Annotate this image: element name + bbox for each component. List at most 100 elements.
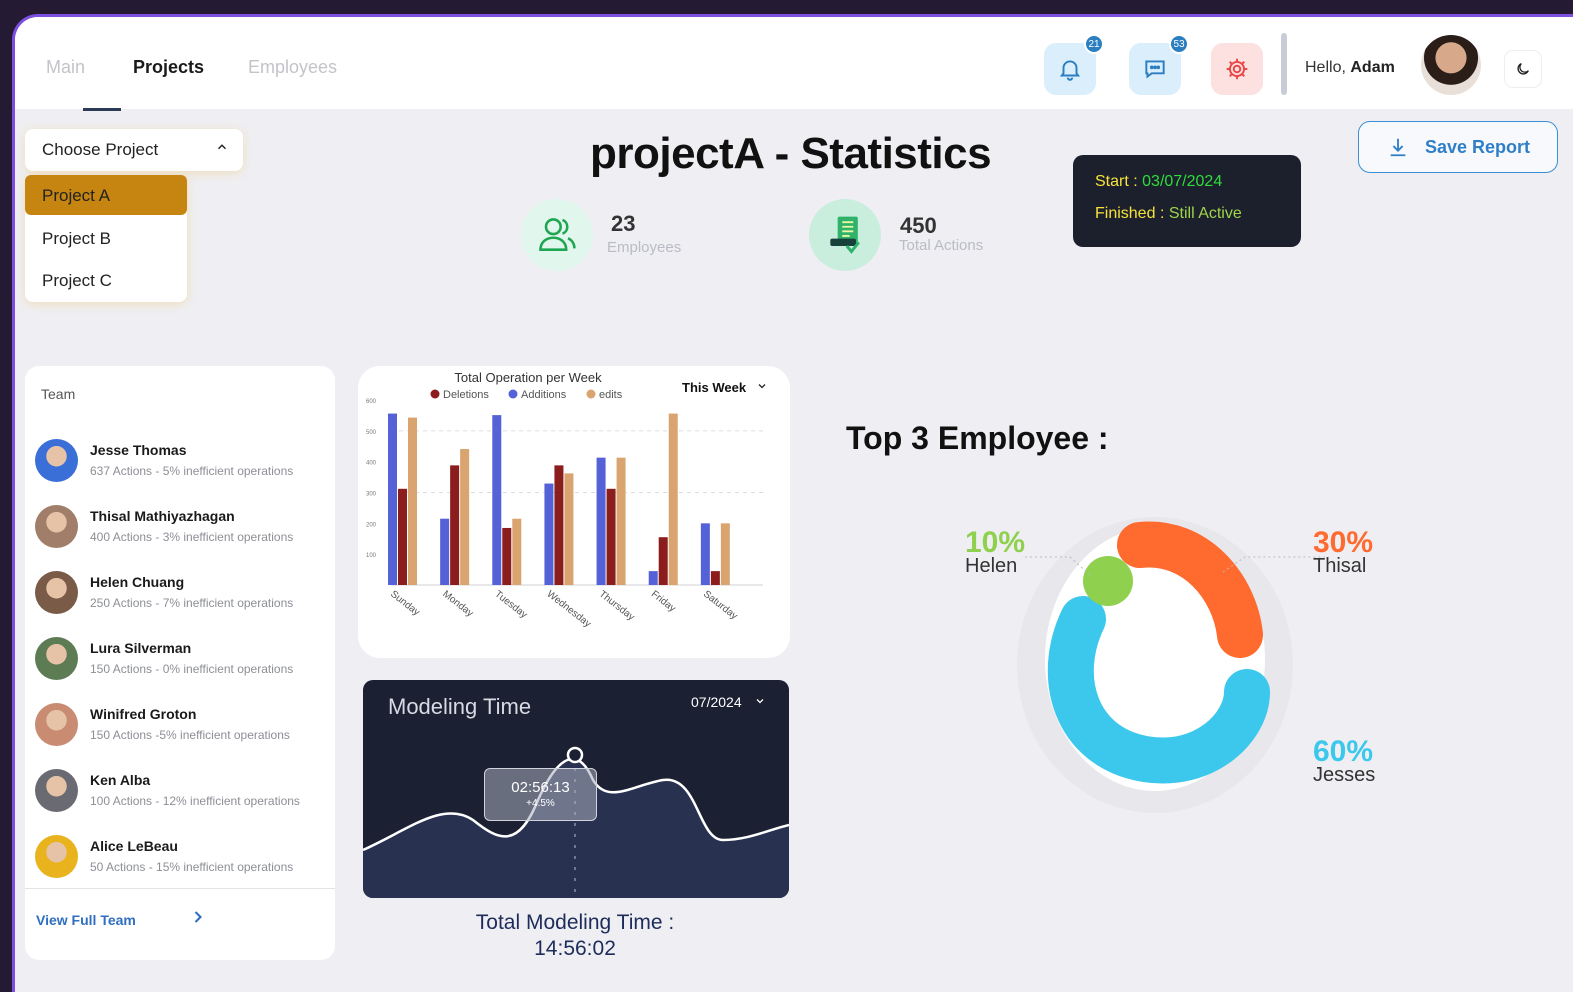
member-name: Winifred Groton <box>90 706 197 722</box>
x-tick-label: Wednesday <box>545 589 593 630</box>
week-filter-label: This Week <box>682 380 747 395</box>
member-info: 250 Actions - 7% inefficient operations <box>90 596 294 610</box>
bar <box>502 527 512 585</box>
bar <box>512 518 522 585</box>
notifications-count-badge: 21 <box>1084 34 1104 54</box>
project-dates-card: Start : 03/07/2024 Finished : Still Acti… <box>1073 155 1301 247</box>
page-title: projectA - Statistics <box>590 129 992 178</box>
bar <box>658 537 668 585</box>
x-tick-label: Saturday <box>701 589 739 622</box>
legend-swatch <box>508 389 518 399</box>
project-dropdown[interactable]: Choose Project <box>25 129 243 171</box>
bar <box>388 413 397 585</box>
tab-employees[interactable]: Employees <box>248 57 337 78</box>
operations-chart-card: This Week Total Operation per Week Deleti… <box>358 366 790 658</box>
top-bar: Main Projects Employees 21 53 Hello, Ada… <box>15 17 1573 111</box>
chevron-up-icon <box>217 144 227 150</box>
bar <box>398 488 407 585</box>
save-report-button[interactable]: Save Report <box>1358 121 1558 173</box>
bar <box>616 457 626 585</box>
bar <box>440 518 450 585</box>
employees-count: 23 <box>611 211 636 236</box>
divider <box>1281 33 1287 95</box>
bar <box>710 571 720 585</box>
team-title: Team <box>41 386 76 402</box>
actions-count: 450 <box>900 213 937 238</box>
x-tick-label: Tuesday <box>492 589 529 621</box>
tooltip-time: 02:56:13 <box>511 779 570 796</box>
chat-icon <box>1145 60 1165 79</box>
member-info: 150 Actions -5% inefficient operations <box>90 728 290 742</box>
bar <box>606 488 616 585</box>
avatar <box>35 637 78 680</box>
bar <box>460 449 470 585</box>
total-modeling-time: Total Modeling Time : 14:56:02 <box>405 910 745 962</box>
app-window: Main Projects Employees 21 53 Hello, Ada… <box>12 14 1573 992</box>
tab-projects[interactable]: Projects <box>133 57 204 78</box>
team-member[interactable]: Helen Chuang 250 Actions - 7% inefficient… <box>35 568 330 618</box>
member-name: Helen Chuang <box>90 574 185 590</box>
tooltip-delta: +4.5% <box>526 798 555 809</box>
week-filter-dropdown[interactable]: This Week <box>682 380 768 395</box>
team-member[interactable]: Lura Silverman 150 Actions - 0% inefficie… <box>35 634 330 684</box>
start-date: 03/07/2024 <box>1142 173 1223 190</box>
theme-toggle-button[interactable] <box>1505 51 1541 87</box>
y-tick-label: 600 <box>366 399 377 405</box>
legend-swatch <box>430 389 440 399</box>
avatar <box>35 439 78 482</box>
team-member[interactable]: Thisal Mathiyazhagan 400 Actions - 3% ine… <box>35 502 330 552</box>
bar <box>648 571 658 585</box>
bar <box>700 523 710 585</box>
user-avatar[interactable] <box>1421 35 1481 95</box>
bell-icon <box>1059 60 1081 81</box>
jesses-name: Jesses <box>1313 764 1376 786</box>
actions-label: Total Actions <box>899 237 984 254</box>
notifications-button[interactable]: 21 <box>1044 34 1104 95</box>
divider <box>25 888 335 889</box>
modeling-time-card: Modeling Time 07/2024 02:56:13 +4.5% <box>363 680 789 898</box>
member-name: Alice LeBeau <box>90 838 178 854</box>
bar <box>596 457 606 585</box>
member-name: Thisal Mathiyazhagan <box>90 508 235 524</box>
project-option-b[interactable]: Project B <box>25 218 187 258</box>
team-member[interactable]: Ken Alba 100 Actions - 12% inefficient op… <box>35 766 330 816</box>
messages-button[interactable]: 53 <box>1129 34 1189 95</box>
gear-icon <box>1226 58 1248 80</box>
save-report-label: Save Report <box>1425 136 1531 157</box>
project-dropdown-label: Choose Project <box>42 140 159 159</box>
avatar <box>35 571 78 614</box>
settings-button[interactable] <box>1211 43 1263 95</box>
legend-label: Additions <box>521 389 567 401</box>
x-tick-label: Sunday <box>388 589 422 619</box>
active-tab-indicator <box>83 108 121 111</box>
chevron-right-icon[interactable] <box>188 907 208 927</box>
member-info: 400 Actions - 3% inefficient operations <box>90 530 294 544</box>
user-name: Adam <box>1350 59 1395 76</box>
bar <box>564 473 574 585</box>
bar <box>668 413 678 585</box>
view-full-team-link[interactable]: View Full Team <box>36 912 136 928</box>
finished-label: Finished <box>1095 205 1156 222</box>
greeting-prefix: Hello, <box>1305 59 1346 76</box>
member-info: 100 Actions - 12% inefficient operations <box>90 794 300 808</box>
legend-swatch <box>586 389 596 399</box>
start-label: Start : <box>1095 173 1138 190</box>
member-name: Jesse Thomas <box>90 442 187 458</box>
document-icon <box>830 216 860 254</box>
project-option-a[interactable]: Project A <box>25 175 187 215</box>
bar <box>492 415 502 585</box>
team-member[interactable]: Alice LeBeau 50 Actions - 15% inefficient… <box>35 832 330 882</box>
actions-stat-icon <box>809 199 881 271</box>
legend-label: edits <box>599 389 623 401</box>
team-member[interactable]: Winifred Groton 150 Actions -5% inefficie… <box>35 700 330 750</box>
y-tick-label: 500 <box>366 430 377 436</box>
team-member[interactable]: Jesse Thomas 637 Actions - 5% inefficient… <box>35 436 330 486</box>
y-tick-label: 200 <box>366 522 377 528</box>
x-tick-label: Friday <box>649 589 678 615</box>
users-icon <box>539 218 576 251</box>
bar <box>554 465 564 585</box>
project-option-c[interactable]: Project C <box>25 260 187 300</box>
project-menu: Project A Project B Project C <box>25 175 187 302</box>
x-tick-label: Thursday <box>597 589 637 623</box>
tab-main[interactable]: Main <box>46 57 85 78</box>
